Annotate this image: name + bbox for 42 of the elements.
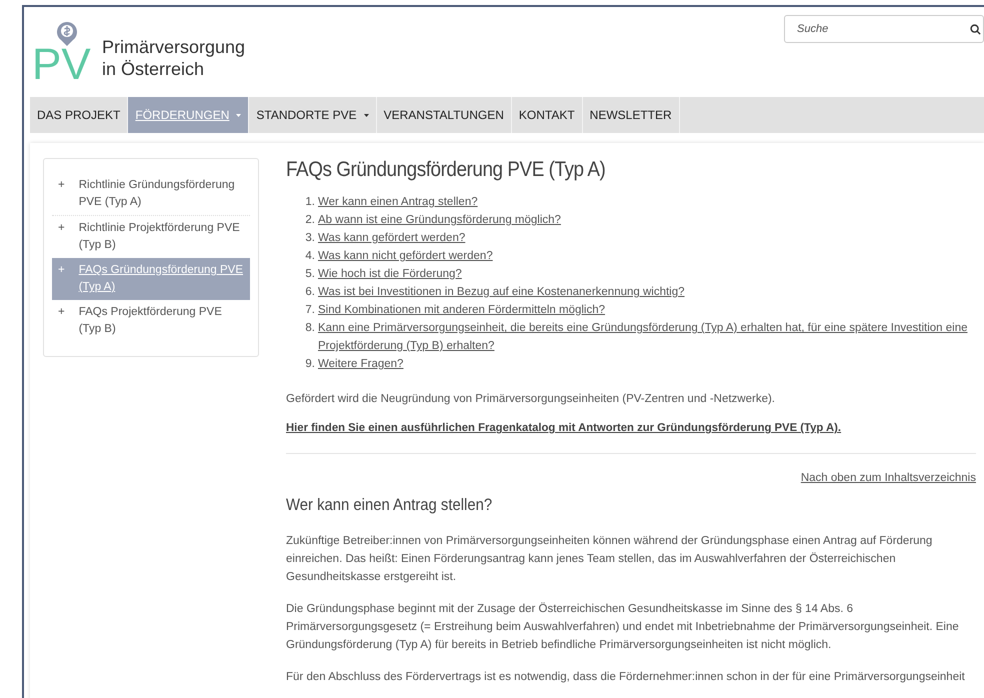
plus-icon: + bbox=[56, 220, 67, 254]
sidebar-item[interactable]: + FAQs Projektförderung PVE (Typ B) bbox=[52, 300, 250, 342]
nav-tab[interactable]: KONTAKT bbox=[512, 97, 583, 133]
body-paragraph: Die Gründungsphase beginnt mit der Zusage der Österreichischen Gesundheitskasse im Sinne des § 14 Abs. 6 Primärversorgungsgesetz (= Erstreihung beim Auswahlverfahren) und endet mit Inbetriebnahme der Primärversorgungseinheit. Eine Gründungsförderung (Typ A) für bereits in Betrieb befindliche Primärversorgungseinheiten ist nicht möglich. bbox=[286, 601, 960, 654]
list-number: 1. bbox=[305, 195, 315, 210]
toc-link[interactable]: Was kann nicht gefördert werden? bbox=[318, 247, 493, 265]
nav-tab[interactable]: STANDORTE PVE bbox=[249, 97, 377, 133]
nav-tab[interactable]: VERANSTALTUNGEN bbox=[376, 97, 512, 133]
body-paragraph: Zukünftige Betreiber:innen von Primärversorgungseinheiten können während der Gründungsphase einen Antrag auf Förderung einreichen. Das heißt: Einen Förderungsantrag kann jenes Team stellen, das im Auswahlverfahren der Österreichischen Gesundheitskasse erstgereiht ist. bbox=[286, 534, 934, 586]
catalog-link[interactable]: Hier finden Sie einen ausführlichen Fragenkatalog mit Antworten zur Gründungsförderung PVE (Typ A). bbox=[286, 420, 976, 438]
list-number: 2. bbox=[305, 213, 315, 228]
list-number: 6. bbox=[305, 285, 315, 300]
toc-link[interactable]: Weitere Fragen? bbox=[318, 355, 404, 373]
logo-letters: PV bbox=[32, 47, 91, 83]
logo-icon bbox=[56, 21, 78, 47]
back-to-top-link[interactable]: Nach oben zum Inhaltsverzeichnis bbox=[800, 470, 976, 488]
section-heading: Wer kann einen Antrag stellen? bbox=[286, 495, 494, 516]
list-number: 8. bbox=[305, 321, 315, 336]
toc-link[interactable]: Kann eine Primärversorgungseinheit, die bereits eine Gründungsförderung (Typ A) erhalten hat, für eine spätere Investition eine Projektförderung (Typ B) erhalten? bbox=[318, 319, 968, 355]
list-number: 3. bbox=[305, 231, 315, 246]
toc-link[interactable]: Sind Kombinationen mit anderen Fördermitteln möglich? bbox=[318, 301, 606, 319]
plus-icon: + bbox=[56, 177, 67, 211]
body-paragraph: Für den Abschluss des Fördervertrags ist es notwendig, dass die Fördernehmer:innen schon in der für eine Primärversorgungseinheit bbox=[286, 670, 966, 686]
logo-text: Primärversorgung bbox=[102, 36, 246, 58]
sidebar-item[interactable]: + Richtlinie Gründungsförderung PVE (Typ A) bbox=[52, 173, 250, 215]
logo-text: in Österreich bbox=[102, 58, 206, 80]
toc-link[interactable]: Was ist bei Investitionen in Bezug auf eine Kostenanerkennung wichtig? bbox=[318, 283, 685, 301]
toc-link[interactable]: Wie hoch ist die Förderung? bbox=[318, 265, 462, 283]
toc-link[interactable]: Wer kann einen Antrag stellen? bbox=[318, 193, 478, 211]
toc-link[interactable]: Was kann gefördert werden? bbox=[318, 229, 466, 247]
list-number: 7. bbox=[305, 303, 315, 318]
list-number: 4. bbox=[305, 249, 315, 264]
search-field[interactable]: Suche bbox=[784, 15, 984, 43]
search-icon[interactable] bbox=[970, 24, 981, 35]
list-number: 9. bbox=[305, 357, 315, 372]
plus-icon: + bbox=[56, 304, 67, 338]
list-number: 5. bbox=[305, 267, 315, 282]
plus-icon: + bbox=[56, 262, 67, 296]
intro-text: Gefördert wird die Neugründung von Primärversorgungseinheiten (PV-Zentren und -Netzwerke). bbox=[286, 392, 776, 407]
nav-tab[interactable]: NEWSLETTER bbox=[582, 97, 680, 133]
toc-link[interactable]: Ab wann ist eine Gründungsförderung möglich? bbox=[318, 211, 561, 229]
page-title: FAQs Gründungsförderung PVE (Typ A) bbox=[286, 157, 606, 183]
